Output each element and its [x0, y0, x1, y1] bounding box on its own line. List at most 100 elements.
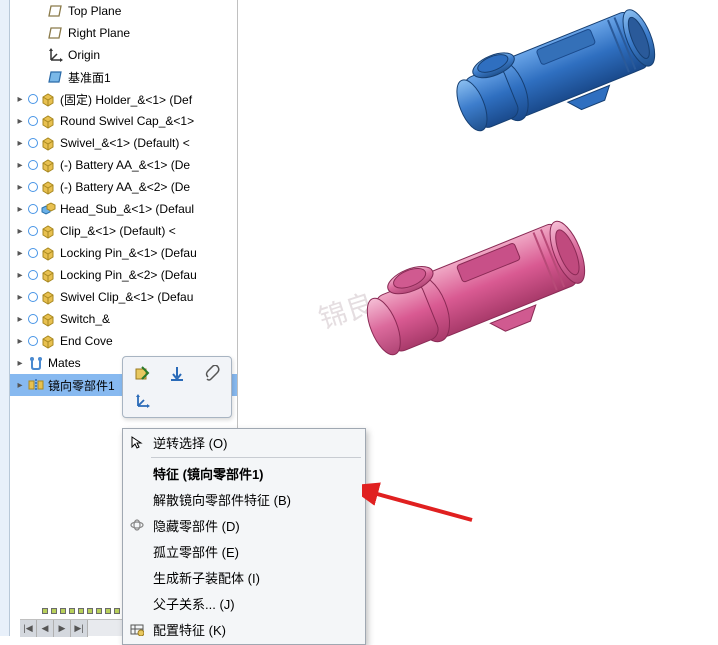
tree-item-label: End Cove [60, 334, 113, 348]
tree-item-0[interactable]: Top Plane [10, 0, 237, 22]
assembly-icon [40, 201, 56, 217]
tree-item-12[interactable]: ▸ Locking Pin_&<2> (Defau [10, 264, 237, 286]
model-instance-original[interactable] [408, 0, 688, 170]
tree-item-3[interactable]: 基准面1 [10, 66, 237, 88]
reference-marker [28, 94, 38, 104]
menu-label: 生成新子装配体 [153, 571, 244, 586]
tree-item-label: Locking Pin_&<2> (Defau [60, 268, 197, 282]
move-down-icon [168, 365, 186, 383]
tree-item-5[interactable]: ▸ Round Swivel Cap_&<1> [10, 110, 237, 132]
tree-item-label: Mates [48, 356, 81, 370]
tree-item-label: Right Plane [68, 26, 130, 40]
context-mini-toolbar [122, 356, 232, 418]
model-instance-mirrored[interactable] [318, 200, 618, 400]
expander-icon[interactable]: ▸ [14, 181, 26, 193]
menu-new-subassembly[interactable]: 生成新子装配体 (I) [123, 564, 365, 590]
reference-marker [28, 314, 38, 324]
refplane-icon [48, 69, 64, 85]
tree-item-label: 基准面1 [68, 69, 111, 86]
tree-item-14[interactable]: ▸Switch_& [10, 308, 237, 330]
reference-marker [28, 138, 38, 148]
menu-label: 隐藏零部件 [153, 519, 218, 534]
timeline-markers [42, 608, 132, 618]
mates-icon [28, 355, 44, 371]
menu-feature-header: 特征 (镜向零部件1) [123, 460, 365, 486]
plane-icon [48, 25, 64, 41]
scroll-last[interactable]: ▶| [71, 620, 88, 637]
tree-item-7[interactable]: ▸ (-) Battery AA_&<1> (De [10, 154, 237, 176]
tree-item-9[interactable]: ▸ Head_Sub_&<1> (Defaul [10, 198, 237, 220]
paperclip-icon [202, 365, 220, 383]
scroll-first[interactable]: |◀ [20, 620, 37, 637]
tree-item-11[interactable]: ▸ Locking Pin_&<1> (Defau [10, 242, 237, 264]
reference-marker [28, 336, 38, 346]
menu-label: 父子关系... [153, 597, 216, 612]
part-icon [40, 113, 56, 129]
tree-item-label: 镜向零部件1 [48, 377, 115, 394]
expander-icon[interactable]: ▸ [14, 269, 26, 281]
tree-item-13[interactable]: ▸ Swivel Clip_&<1> (Defau [10, 286, 237, 308]
expander-icon[interactable]: ▸ [14, 115, 26, 127]
tree-item-label: (固定) Holder_&<1> (Def [60, 91, 192, 108]
menu-label: 逆转选择 [153, 436, 205, 451]
tree-item-label: Swivel Clip_&<1> (Defau [60, 290, 193, 304]
cursor-icon [129, 434, 145, 450]
expander-icon[interactable]: ▸ [14, 291, 26, 303]
scroll-next[interactable]: ▶ [54, 620, 71, 637]
menu-parent-child[interactable]: 父子关系... (J) [123, 590, 365, 616]
tree-item-15[interactable]: ▸ End Cove [10, 330, 237, 352]
expander-icon[interactable]: ▸ [14, 313, 26, 325]
part-icon [40, 157, 56, 173]
expander-icon[interactable]: ▸ [14, 225, 26, 237]
tree-item-1[interactable]: Right Plane [10, 22, 237, 44]
context-menu: 逆转选择 (O) 特征 (镜向零部件1) 解散镜向零部件特征 (B) 隐藏零部件… [122, 428, 366, 645]
attachment-button[interactable] [195, 361, 227, 386]
tree-item-label: Clip_&<1> (Default) < [60, 224, 176, 238]
reference-marker [28, 204, 38, 214]
menu-isolate-component[interactable]: 孤立零部件 (E) [123, 538, 365, 564]
scroll-prev[interactable]: ◀ [37, 620, 54, 637]
expander-icon[interactable]: ▸ [14, 93, 26, 105]
move-down-button[interactable] [161, 361, 193, 386]
menu-hide-component[interactable]: 隐藏零部件 (D) [123, 512, 365, 538]
part-icon [40, 245, 56, 261]
tree-item-label: Locking Pin_&<1> (Defau [60, 246, 197, 260]
reference-marker [28, 248, 38, 258]
part-icon [40, 289, 56, 305]
tree-item-label: Origin [68, 48, 100, 62]
rollback-icon [134, 365, 152, 383]
expander-icon[interactable]: ▸ [14, 335, 26, 347]
menu-label: 配置特征 [153, 623, 205, 638]
expander-icon[interactable]: ▸ [14, 379, 26, 391]
tree-item-10[interactable]: ▸ Clip_&<1> (Default) < [10, 220, 237, 242]
menu-label: 孤立零部件 [153, 545, 218, 560]
tree-item-6[interactable]: ▸Swivel_&<1> (Default) < [10, 132, 237, 154]
expander-icon[interactable]: ▸ [14, 203, 26, 215]
origin-toggle-button[interactable] [127, 388, 159, 413]
expander-icon[interactable]: ▸ [14, 357, 26, 369]
menu-invert-selection[interactable]: 逆转选择 (O) [123, 429, 365, 455]
part-icon [40, 333, 56, 349]
part-icon [40, 223, 56, 239]
menu-dissolve-mirror[interactable]: 解散镜向零部件特征 (B) [123, 486, 365, 512]
menu-label: 解散镜向零部件特征 [153, 493, 270, 508]
tree-item-label: (-) Battery AA_&<1> (De [60, 158, 190, 172]
expander-icon[interactable]: ▸ [14, 247, 26, 259]
tree-item-label: Round Swivel Cap_&<1> [60, 114, 194, 128]
part-icon [40, 135, 56, 151]
part-icon [40, 179, 56, 195]
reference-marker [28, 270, 38, 280]
expander-icon[interactable]: ▸ [14, 159, 26, 171]
menu-header-label: 特征 (镜向零部件1) [153, 464, 355, 483]
left-ruler [0, 0, 10, 636]
tree-item-2[interactable]: Origin [10, 44, 237, 66]
menu-configure-feature[interactable]: 配置特征 (K) [123, 616, 365, 642]
tree-item-label: (-) Battery AA_&<2> (De [60, 180, 190, 194]
rollback-button[interactable] [127, 361, 159, 386]
tree-item-4[interactable]: ▸ (固定) Holder_&<1> (Def [10, 88, 237, 110]
expander-icon[interactable]: ▸ [14, 137, 26, 149]
reference-marker [28, 292, 38, 302]
tree-item-8[interactable]: ▸ (-) Battery AA_&<2> (De [10, 176, 237, 198]
menu-separator [151, 457, 361, 458]
tree-item-label: Head_Sub_&<1> (Defaul [60, 202, 194, 216]
